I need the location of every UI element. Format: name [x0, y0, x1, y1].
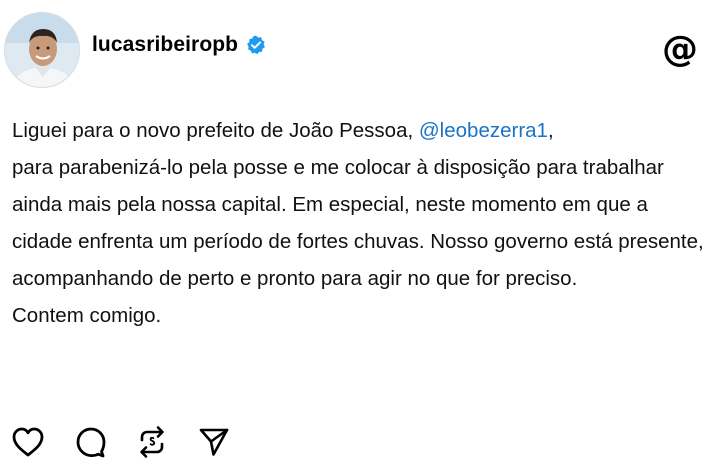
avatar[interactable]: [4, 12, 80, 88]
post-text-before-mention: Liguei para o novo prefeito de João Pess…: [12, 119, 419, 142]
repost-icon[interactable]: [134, 424, 170, 460]
post-paragraph: para parabenizá-lo pela posse e me coloc…: [12, 156, 704, 290]
post-text-after-mention: ,: [547, 119, 554, 142]
post-header: lucasribeiropb @: [0, 0, 720, 100]
threads-post: lucasribeiropb @ Liguei para o novo pref…: [0, 0, 720, 475]
heart-icon[interactable]: [10, 424, 46, 460]
author-username[interactable]: lucasribeiropb: [92, 33, 238, 57]
threads-logo-icon[interactable]: @: [662, 30, 698, 70]
post-first-line: Liguei para o novo prefeito de João Pess…: [12, 112, 708, 149]
speech-bubble-icon[interactable]: [72, 424, 108, 460]
post-body: Liguei para o novo prefeito de João Pess…: [12, 112, 708, 334]
paper-plane-icon[interactable]: [196, 424, 232, 460]
post-actions: [10, 424, 232, 460]
post-closing: Contem comigo.: [12, 304, 162, 327]
mention-link[interactable]: @leobezerra1: [419, 119, 548, 142]
verified-badge-icon: [246, 35, 266, 55]
author-row: lucasribeiropb: [92, 30, 266, 60]
